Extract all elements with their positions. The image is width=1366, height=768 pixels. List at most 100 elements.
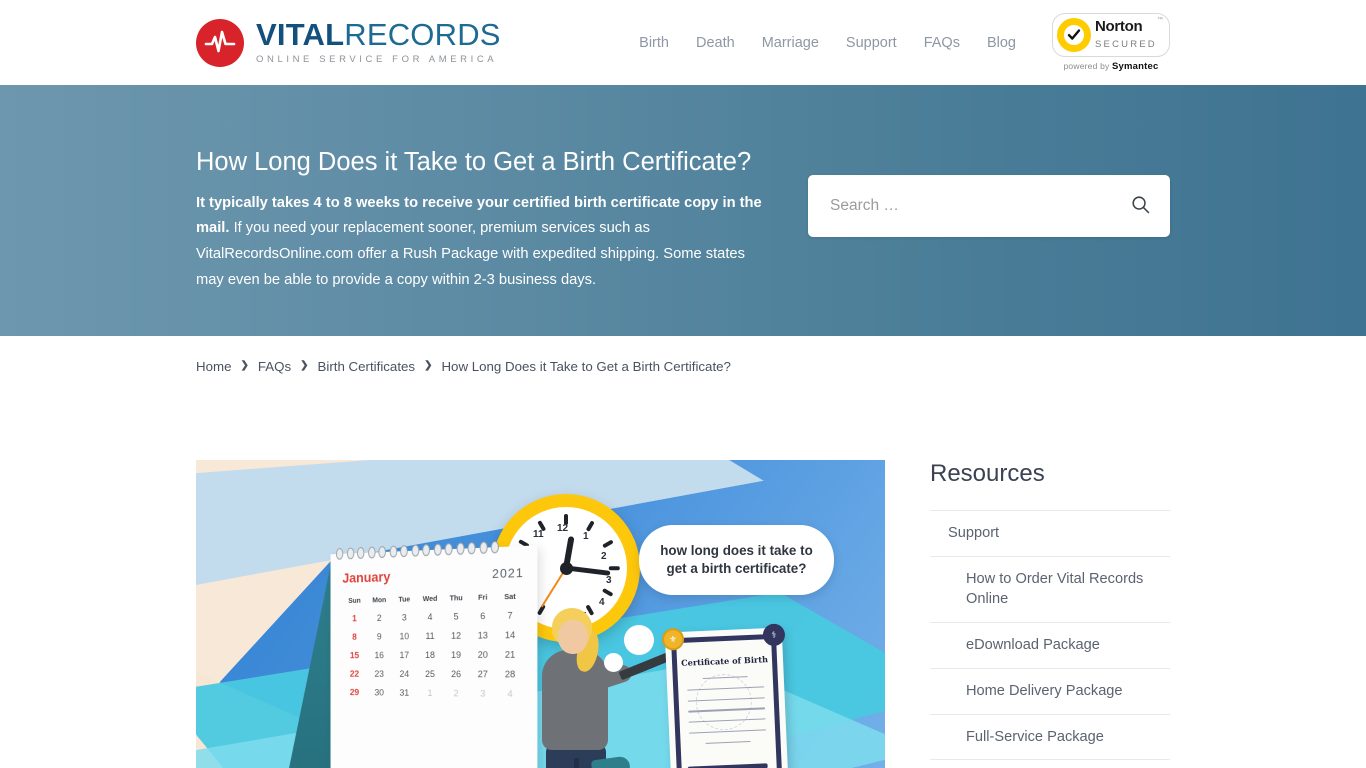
calendar-day: 21: [504, 649, 516, 660]
calendar-day: 28: [504, 669, 516, 680]
calendar-day: 31: [399, 687, 410, 698]
sidebar-title: Resources: [930, 460, 1045, 487]
main-navigation: Birth Death Marriage Support FAQs Blog: [639, 35, 1016, 51]
resources-sidebar: Resources Support How to Order Vital Rec…: [930, 460, 1170, 768]
calendar-dow-thu: Thu: [449, 593, 463, 603]
norton-brand-symantec: Symantec: [1112, 61, 1159, 72]
hero-banner: How Long Does it Take to Get a Birth Cer…: [0, 85, 1366, 336]
sidebar-item-full-service-package[interactable]: Full-Service Package: [966, 727, 1170, 748]
sidebar-item-home-delivery-package[interactable]: Home Delivery Package: [966, 681, 1170, 702]
calendar-day: 17: [399, 650, 410, 661]
article-column: 12 1 2 3 4 5 11: [196, 460, 885, 768]
clock-number-4: 4: [599, 597, 605, 608]
calendar-day: 15: [349, 650, 360, 661]
calendar-day: 4: [427, 611, 433, 623]
calendar-dow-wed: Wed: [422, 593, 438, 604]
chevron-right-icon: ❯: [424, 360, 433, 371]
nav-item-faqs[interactable]: FAQs: [924, 35, 960, 51]
hero-description: It typically takes 4 to 8 weeks to recei…: [196, 191, 766, 293]
certificate-blue-seal-icon: ⚕: [762, 623, 786, 647]
calendar-day: 16: [374, 650, 384, 661]
calendar-year-label: 2021: [492, 565, 524, 582]
calendar-day: 12: [451, 630, 462, 641]
clock-number-1: 1: [583, 531, 589, 542]
breadcrumb-item-birth-certificates[interactable]: Birth Certificates: [318, 359, 416, 374]
calendar-day: 1: [352, 613, 357, 624]
nav-item-support[interactable]: Support: [846, 35, 897, 51]
clock-number-12: 12: [557, 523, 569, 534]
calendar-illustration: January 2021 Sun Mon Tue Wed Thu Fri Sat…: [331, 540, 538, 768]
calendar-day: 20: [477, 649, 488, 660]
calendar-day: 18: [425, 649, 435, 661]
calendar-grid: Sun Mon Tue Wed Thu Fri Sat 1 2 3 4 5 6 …: [342, 591, 523, 699]
list-item[interactable]: Home Delivery Package: [930, 667, 1170, 714]
search-input[interactable]: [830, 197, 1129, 215]
calendar-day: 24: [399, 668, 410, 679]
breadcrumb-item-home[interactable]: Home: [196, 359, 231, 374]
calendar-day: 26: [451, 669, 462, 680]
sidebar-item-support[interactable]: Support: [948, 523, 1170, 544]
speech-bubble-text: how long does it take to get a birth cer…: [660, 543, 813, 577]
calendar-day: 19: [451, 649, 462, 660]
speech-bubble-dot-small: [604, 653, 623, 672]
calendar-day: 3: [401, 612, 407, 623]
norton-powered-by: powered by: [1063, 61, 1113, 71]
breadcrumb-item-faqs[interactable]: FAQs: [258, 359, 291, 374]
clock-number-3: 3: [606, 575, 612, 586]
calendar-day: 11: [425, 630, 435, 642]
calendar-day: 6: [480, 610, 486, 622]
list-item[interactable]: Rush Package: [930, 759, 1170, 768]
clock-center-pin: [559, 561, 573, 575]
calendar-day: 22: [349, 668, 360, 679]
norton-trademark: ™: [1157, 17, 1163, 23]
logo-title-light: RECORDS: [344, 17, 501, 52]
speech-bubble: how long does it take to get a birth cer…: [639, 525, 834, 596]
calendar-dow-sun: Sun: [348, 595, 361, 605]
calendar-dow-sat: Sat: [504, 591, 516, 602]
list-item[interactable]: Support: [930, 510, 1170, 556]
calendar-dow-mon: Mon: [372, 595, 387, 605]
sidebar-item-how-to-order-vital-records-online[interactable]: How to Order Vital Records Online: [966, 569, 1170, 610]
content-area: 12 1 2 3 4 5 11: [0, 460, 1366, 768]
search-icon: [1131, 195, 1150, 217]
nav-item-birth[interactable]: Birth: [639, 35, 669, 51]
calendar-day: 1: [427, 687, 433, 699]
nav-item-death[interactable]: Death: [696, 35, 735, 51]
search-submit-button[interactable]: [1129, 195, 1152, 217]
nav-item-blog[interactable]: Blog: [987, 35, 1016, 51]
hero-lead-rest: If you need your replacement sooner, pre…: [196, 220, 745, 288]
calendar-day: 5: [453, 611, 459, 622]
calendar-day: 3: [480, 688, 486, 699]
list-item[interactable]: eDownload Package: [930, 622, 1170, 668]
calendar-month-label: January: [342, 569, 391, 586]
breadcrumb: Home ❯ FAQs ❯ Birth Certificates ❯ How L…: [0, 336, 1366, 396]
norton-word-norton: Norton: [1095, 18, 1143, 35]
list-item[interactable]: Full-Service Package: [930, 713, 1170, 760]
article-hero-illustration: 12 1 2 3 4 5 11: [196, 460, 885, 768]
sidebar-item-edownload-package[interactable]: eDownload Package: [966, 635, 1170, 656]
birth-certificate-illustration: Certificate of Birth ⚜ ⚕: [661, 623, 789, 768]
calendar-day: 25: [425, 668, 435, 680]
list-item[interactable]: How to Order Vital Records Online: [930, 555, 1170, 622]
site-logo[interactable]: VITALRECORDS ONLINE SERVICE FOR AMERICA: [196, 17, 639, 67]
calendar-day: 4: [507, 688, 513, 699]
calendar-day: 8: [352, 631, 357, 642]
clock-number-2: 2: [601, 551, 607, 562]
chevron-right-icon: ❯: [300, 360, 309, 371]
norton-secured-badge[interactable]: Norton SECURED ™ powered by Symantec: [1052, 13, 1170, 72]
calendar-day: 2: [376, 612, 382, 623]
page-title: How Long Does it Take to Get a Birth Cer…: [196, 148, 752, 176]
logo-tagline: ONLINE SERVICE FOR AMERICA: [256, 54, 498, 65]
speech-bubble-dot-large: [624, 625, 654, 655]
calendar-dow-fri: Fri: [478, 592, 488, 602]
calendar-day: 29: [349, 687, 360, 698]
site-header: VITALRECORDS ONLINE SERVICE FOR AMERICA …: [0, 0, 1366, 85]
norton-word-secured: SECURED: [1095, 39, 1157, 50]
search-form[interactable]: [808, 175, 1170, 237]
calendar-day: 14: [504, 629, 516, 641]
nav-item-marriage[interactable]: Marriage: [762, 35, 819, 51]
calendar-day: 2: [453, 688, 459, 699]
calendar-day: 10: [399, 631, 410, 642]
calendar-day: 9: [376, 631, 382, 642]
calendar-day: 27: [477, 669, 488, 680]
